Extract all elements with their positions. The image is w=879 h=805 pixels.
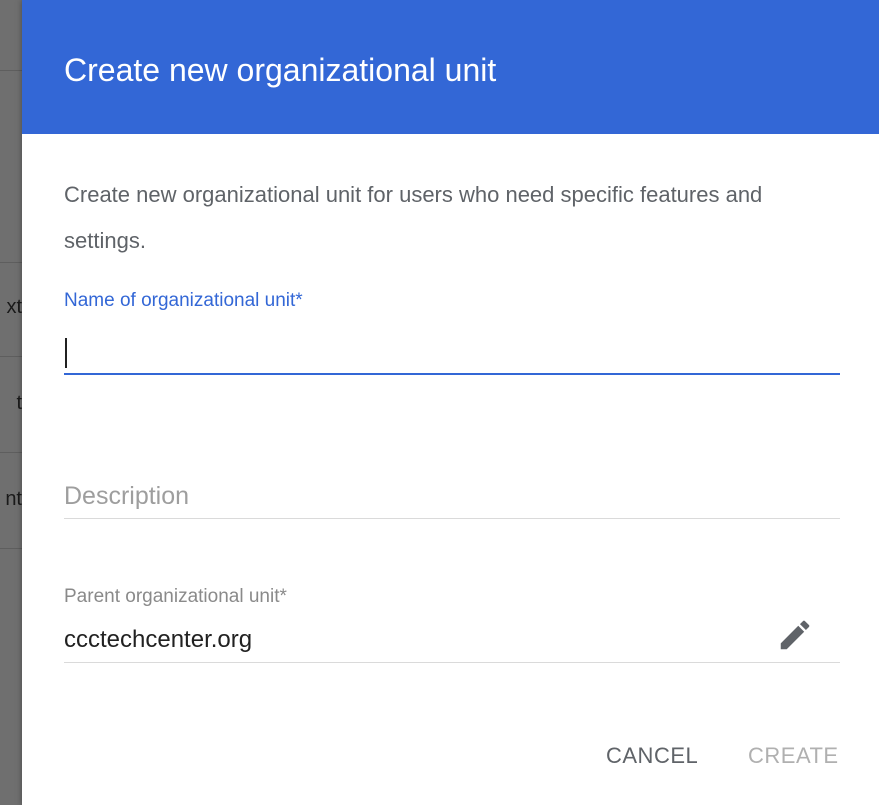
- description-field-underline: [64, 518, 840, 519]
- name-field-label: Name of organizational unit*: [64, 290, 303, 311]
- background-list-strip: xt t nt: [0, 0, 22, 805]
- parent-field-underline: [64, 662, 840, 663]
- dialog-title: Create new organizational unit: [64, 52, 497, 88]
- background-divider: [0, 262, 22, 263]
- background-text-fragment: nt: [5, 488, 22, 510]
- parent-field-label: Parent organizational unit*: [64, 586, 287, 607]
- background-text-fragment: t: [16, 392, 22, 414]
- create-org-unit-dialog: Create new organizational unit Create ne…: [22, 0, 879, 805]
- background-divider: [0, 356, 22, 357]
- background-divider: [0, 70, 22, 71]
- background-divider: [0, 548, 22, 549]
- background-divider: [0, 452, 22, 453]
- create-button[interactable]: CREATE: [748, 738, 839, 774]
- name-field-underline: [64, 373, 840, 375]
- cancel-button[interactable]: CANCEL: [606, 738, 698, 774]
- parent-org-unit-value: ccctechcenter.org: [64, 626, 253, 653]
- background-text-fragment: xt: [6, 296, 22, 318]
- description-input[interactable]: [64, 478, 840, 514]
- pencil-icon[interactable]: [776, 616, 814, 654]
- text-cursor: [65, 338, 67, 368]
- org-unit-name-input[interactable]: [64, 330, 840, 374]
- dialog-description: Create new organizational unit for users…: [64, 182, 763, 253]
- dialog-header: Create new organizational unit: [22, 0, 879, 134]
